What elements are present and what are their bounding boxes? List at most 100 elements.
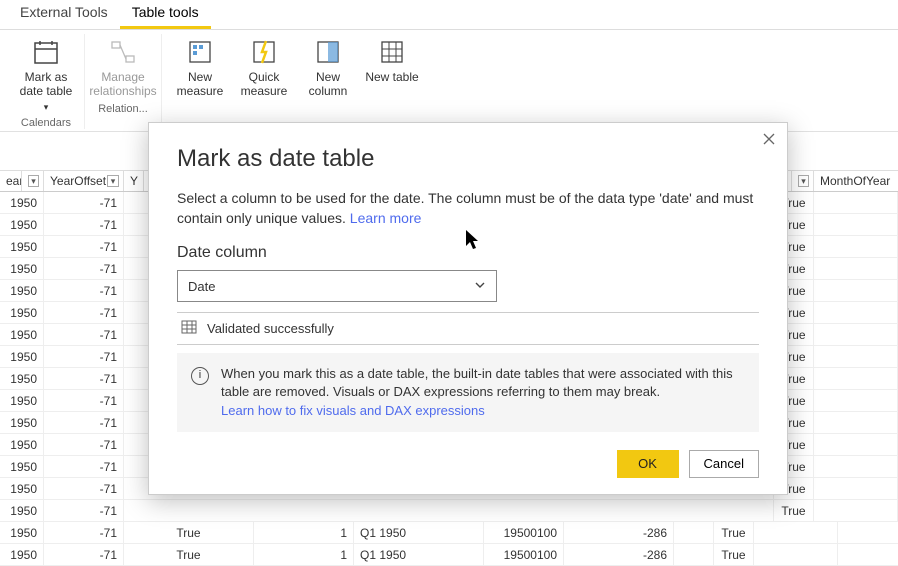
col-head-y[interactable]: Y	[124, 171, 144, 191]
ribbon-group-calendars: Mark as date table ▾ Calendars	[8, 34, 85, 129]
cell-year: 1950	[0, 500, 44, 521]
dialog-description: Select a column to be used for the date.…	[177, 189, 759, 228]
cell-off: -286	[564, 544, 674, 565]
tab-table-tools[interactable]: Table tools	[120, 0, 211, 29]
cell-offset: -71	[44, 214, 124, 235]
cell-month	[814, 390, 898, 411]
cell-true: True	[124, 522, 254, 543]
dialog-title: Mark as date table	[177, 145, 759, 173]
cell-year: 1950	[0, 214, 44, 235]
chevron-down-icon	[474, 279, 486, 294]
col-head-yearoffset[interactable]: YearOffset▾	[44, 171, 124, 191]
cell-offset: -71	[44, 390, 124, 411]
date-column-select[interactable]: Date	[177, 270, 497, 302]
cell-year: 1950	[0, 544, 44, 565]
cancel-button[interactable]: Cancel	[689, 450, 759, 478]
col-head-year[interactable]: ear	[0, 171, 22, 191]
ribbon-group-calculations: New measure Quick measure New column New…	[162, 34, 430, 129]
table-row[interactable]: 1950-71True1Q1 195019500100-286True	[0, 522, 898, 544]
cell-year: 1950	[0, 478, 44, 499]
learn-more-link[interactable]: Learn more	[350, 210, 422, 226]
quick-measure-icon	[248, 36, 280, 68]
cell-month	[814, 456, 898, 477]
group-label-relationships: Relation...	[98, 103, 148, 115]
table-row[interactable]: 1950-71True	[0, 500, 898, 522]
cell-year: 1950	[0, 280, 44, 301]
cell-year: 1950	[0, 346, 44, 367]
validation-status: Validated successfully	[177, 312, 759, 345]
cell-true2: True	[714, 544, 754, 565]
cell-q: Q1 1950	[354, 522, 484, 543]
cell-offset: -71	[44, 412, 124, 433]
cell-spacer	[674, 522, 714, 543]
dialog-desc-text: Select a column to be used for the date.…	[177, 190, 753, 226]
ribbon-tabs: External Tools Table tools	[0, 0, 898, 30]
cell-month	[814, 214, 898, 235]
col-head-drop[interactable]: ▾	[792, 171, 814, 191]
cell-spacer	[124, 500, 774, 521]
mark-as-date-table-dialog: Mark as date table Select a column to be…	[148, 122, 788, 495]
cell-offset: -71	[44, 302, 124, 323]
cell-n: 1	[254, 522, 354, 543]
cell-year: 1950	[0, 192, 44, 213]
mark-date-table-button[interactable]: Mark as date table ▾	[16, 34, 76, 115]
learn-fix-link[interactable]: Learn how to fix visuals and DAX express…	[221, 403, 485, 418]
col-head-monthofyear[interactable]: MonthOfYear	[814, 171, 898, 191]
cell-offset: -71	[44, 544, 124, 565]
new-table-icon	[376, 36, 408, 68]
new-column-button[interactable]: New column	[298, 34, 358, 101]
ok-button[interactable]: OK	[617, 450, 679, 478]
cell-month	[814, 324, 898, 345]
chevron-down-icon[interactable]: ▾	[798, 175, 809, 187]
cell-month	[814, 280, 898, 301]
cell-true: True	[774, 500, 814, 521]
cell-month	[814, 192, 898, 213]
new-table-label: New table	[365, 70, 418, 84]
quick-measure-label: Quick measure	[234, 70, 294, 99]
cell-offset: -71	[44, 478, 124, 499]
warning-text: When you mark this as a date table, the …	[221, 366, 733, 399]
select-value: Date	[188, 279, 215, 294]
group-label-calendars: Calendars	[21, 117, 71, 129]
cell-month	[814, 258, 898, 279]
close-button[interactable]	[759, 129, 779, 149]
cell-month	[754, 522, 838, 543]
cell-true2: True	[714, 522, 754, 543]
cell-offset: -71	[44, 192, 124, 213]
relationships-icon	[107, 36, 139, 68]
cell-offset: -71	[44, 280, 124, 301]
date-column-label: Date column	[177, 244, 759, 262]
cell-year: 1950	[0, 236, 44, 257]
cell-offset: -71	[44, 368, 124, 389]
cell-year: 1950	[0, 456, 44, 477]
quick-measure-button[interactable]: Quick measure	[234, 34, 294, 101]
cell-month	[814, 478, 898, 499]
new-measure-label: New measure	[170, 70, 230, 99]
ribbon-group-relationships: Manage relationships Relation...	[85, 34, 162, 129]
chevron-down-icon[interactable]: ▾	[28, 175, 39, 187]
col-head-year-drop[interactable]: ▾	[22, 171, 44, 191]
new-table-button[interactable]: New table	[362, 34, 422, 101]
manage-relationships-button[interactable]: Manage relationships	[93, 34, 153, 101]
new-measure-button[interactable]: New measure	[170, 34, 230, 101]
table-icon	[181, 319, 197, 338]
chevron-down-icon[interactable]: ▾	[107, 175, 119, 187]
group-label-calculations	[294, 103, 297, 115]
mark-date-table-label: Mark as date table ▾	[16, 70, 76, 113]
cell-offset: -71	[44, 258, 124, 279]
tab-external-tools[interactable]: External Tools	[8, 0, 120, 29]
measure-icon	[184, 36, 216, 68]
cell-month	[754, 544, 838, 565]
table-row[interactable]: 1950-71True1Q1 195019500100-286True	[0, 544, 898, 566]
cell-year: 1950	[0, 522, 44, 543]
cell-year: 1950	[0, 258, 44, 279]
cell-year: 1950	[0, 324, 44, 345]
calendar-icon	[30, 36, 62, 68]
manage-relationships-label: Manage relationships	[89, 70, 156, 99]
cell-off: -286	[564, 522, 674, 543]
info-icon: i	[191, 367, 209, 385]
warning-note: i When you mark this as a date table, th…	[177, 353, 759, 432]
validation-text: Validated successfully	[207, 321, 334, 336]
cell-offset: -71	[44, 522, 124, 543]
cell-true: True	[124, 544, 254, 565]
